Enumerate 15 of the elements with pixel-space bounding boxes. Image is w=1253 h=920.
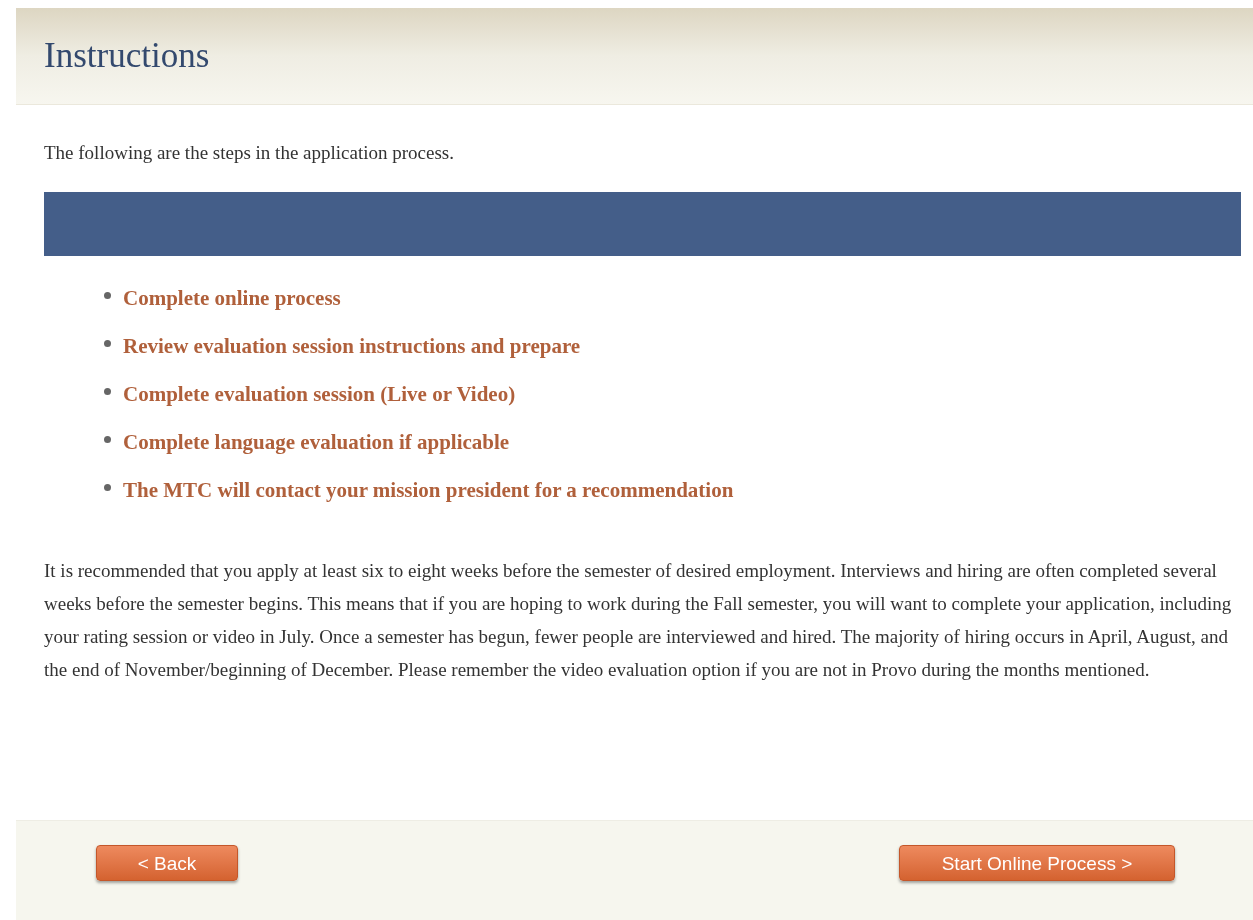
bullet-icon [104, 435, 111, 443]
step-link[interactable]: Complete online process [123, 284, 341, 312]
bullet-icon [104, 291, 111, 299]
back-button[interactable]: < Back [96, 845, 238, 881]
bullet-icon [104, 483, 111, 491]
note-paragraph: It is recommended that you apply at least six to eight weeks before the semester of desired employment. Interviews and hiring are often completed several weeks before the semester begins. This means that if you are hoping to work during the Fall semester, you will want to complete your application, including your rating session or video in July. Once a semester has begun, fewer people are interviewed and hired. The majority of hiring occurs in April, August, and the end of November/beginning of December. Please remember the video evaluation option if you are not in Provo during the months mentioned. [44, 558, 1233, 682]
page-title: Instructions [44, 34, 210, 77]
bullet-icon [104, 339, 111, 347]
start-online-process-button[interactable]: Start Online Process > [899, 845, 1175, 881]
step-link[interactable]: Review evaluation session instructions and prepare [123, 332, 581, 360]
intro-text: The following are the steps in the application process. [44, 141, 455, 165]
step-link[interactable]: The MTC will contact your mission president for a recommendation [123, 476, 734, 504]
step-link[interactable]: Complete evaluation session (Live or Video) [123, 380, 516, 408]
step-link[interactable]: Complete language evaluation if applicable [123, 428, 510, 456]
bullet-icon [104, 387, 111, 395]
